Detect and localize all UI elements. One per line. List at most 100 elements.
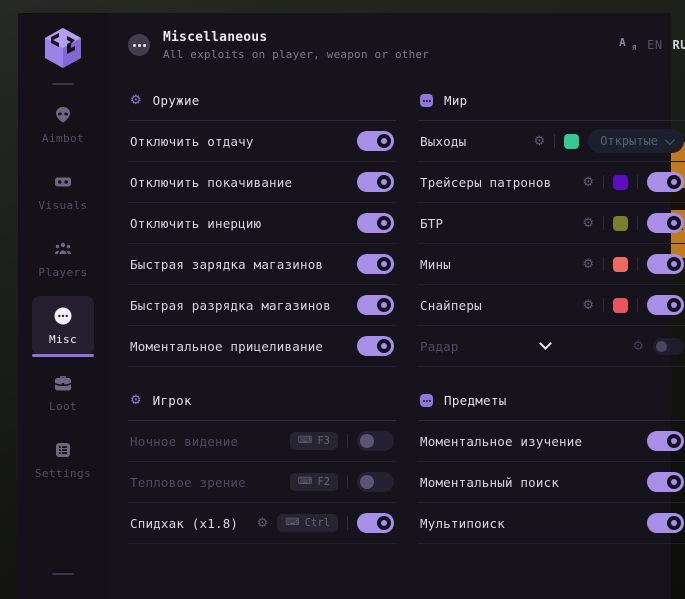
section-title: Предметы [444,393,507,408]
keyboard-icon: ⌨ [298,477,312,487]
items-icon [420,394,433,407]
row-no-sway: Отключить покачивание [128,162,396,203]
row-bullet-tracers: Трейсеры патронов ⚙ [418,162,685,203]
row-multisearch: Мультипоиск [418,503,685,544]
gear-icon[interactable]: ⚙ [582,217,594,230]
gear-icon[interactable]: ⚙ [534,135,546,148]
row-radar: Радар ⚙ [418,326,685,367]
sidebar-item-label: Aimbot [42,132,84,145]
toggle-on[interactable] [647,213,684,233]
keybind-badge[interactable]: ⌨Ctrl [277,514,338,532]
divider [603,175,604,189]
gear-icon[interactable]: ⚙ [632,340,644,353]
toggle-on[interactable] [357,213,394,233]
row-mines: Мины ⚙ [418,244,685,285]
toggle-on[interactable] [647,254,684,274]
row-thermal-vision: Тепловое зрение ⌨F2 [128,462,396,503]
divider [603,257,604,271]
keybind-badge[interactable]: ⌨F3 [290,432,338,450]
toggle-on[interactable] [357,513,394,533]
sidebar-item-visuals[interactable]: Visuals [32,162,94,221]
briefcase-icon [53,373,73,393]
divider [637,216,638,230]
gear-icon[interactable]: ⚙ [257,517,269,530]
toggle-on[interactable] [357,336,394,356]
row-btr: БТР ⚙ [418,203,685,244]
sidebar-item-label: Misc [49,333,77,346]
row-night-vision: Ночное видение ⌨F3 [128,421,396,462]
section-weapon: ⚙ Оружие Отключить отдачу Отключить пока… [128,87,396,367]
main-panel: Miscellaneous All exploits on player, we… [108,13,685,599]
toggle-off[interactable] [653,338,684,355]
sidebar-divider [52,83,74,85]
goggles-icon [53,172,73,192]
gear-icon[interactable]: ⚙ [582,258,594,271]
divider [603,298,604,312]
toggle-off[interactable] [357,472,394,492]
sidebar-item-label: Visuals [38,199,87,212]
row-fast-unload: Быстрая разрядка магазинов [128,285,396,326]
section-title: Мир [444,93,467,108]
sidebar-item-aimbot[interactable]: Aimbot [32,95,94,154]
section-title: Игрок [153,393,192,408]
translate-icon[interactable]: Aя [619,37,637,53]
alien-icon [53,105,73,125]
divider [347,434,348,448]
sidebar-item-label: Loot [49,400,77,413]
row-no-inertia: Отключить инерцию [128,203,396,244]
color-swatch[interactable] [613,175,628,190]
toggle-off[interactable] [357,431,394,451]
list-icon [53,440,73,460]
row-no-recoil: Отключить отдачу [128,121,396,162]
lang-en-button[interactable]: EN [647,38,662,52]
row-instant-ads: Моментальное прицеливание [128,326,396,367]
color-swatch[interactable] [613,216,628,231]
toggle-on[interactable] [647,295,684,315]
right-column: Мир Выходы ⚙ Открытые Трейсеры патро [418,87,685,599]
divider [637,298,638,312]
row-snipers: Снайперы ⚙ [418,285,685,326]
keyboard-icon: ⌨ [298,436,312,446]
color-swatch[interactable] [613,257,628,272]
divider [347,516,348,530]
row-instant-examine: Моментальное изучение [418,421,685,462]
people-icon [53,239,73,259]
chevron-down-icon [665,135,675,145]
section-items: Предметы Моментальное изучение Моменталь… [418,387,685,544]
app-logo-icon [41,25,85,69]
toggle-on[interactable] [357,295,394,315]
sidebar-item-misc[interactable]: Misc [32,296,94,355]
sidebar-item-settings[interactable]: Settings [32,430,94,489]
toggle-on[interactable] [647,472,684,492]
color-swatch[interactable] [613,298,628,313]
sidebar-item-players[interactable]: Players [32,229,94,288]
gear-icon: ⚙ [130,94,142,107]
page-title: Miscellaneous [163,30,429,45]
toggle-on[interactable] [647,513,684,533]
toggle-on[interactable] [647,172,684,192]
toggle-on[interactable] [357,254,394,274]
sidebar: Aimbot Visuals [18,13,108,599]
sidebar-item-loot[interactable]: Loot [32,363,94,422]
keyboard-icon: ⌨ [285,518,299,528]
exits-dropdown[interactable]: Открытые [588,129,684,153]
section-player: ⚙ Игрок Ночное видение ⌨F3 Тепловое зр [128,387,396,544]
gear-icon: ⚙ [130,394,142,407]
sidebar-bottom-divider [52,573,74,575]
page-subtitle: All exploits on player, weapon or other [163,48,429,61]
toggle-on[interactable] [357,131,394,151]
chevron-down-icon[interactable] [539,337,552,350]
toggle-on[interactable] [647,431,684,451]
lang-ru-button[interactable]: RU [673,38,685,52]
ellipsis-icon [53,306,73,326]
color-swatch[interactable] [564,134,579,149]
gear-icon[interactable]: ⚙ [582,176,594,189]
cheat-menu-window: Aimbot Visuals [18,13,671,599]
toggle-on[interactable] [357,172,394,192]
divider [554,134,555,148]
gear-icon[interactable]: ⚙ [582,299,594,312]
divider [637,257,638,271]
sidebar-item-label: Players [38,266,87,279]
row-speedhack: Спидхак (x1.8) ⚙ ⌨Ctrl [128,503,396,544]
keybind-badge[interactable]: ⌨F2 [290,473,338,491]
